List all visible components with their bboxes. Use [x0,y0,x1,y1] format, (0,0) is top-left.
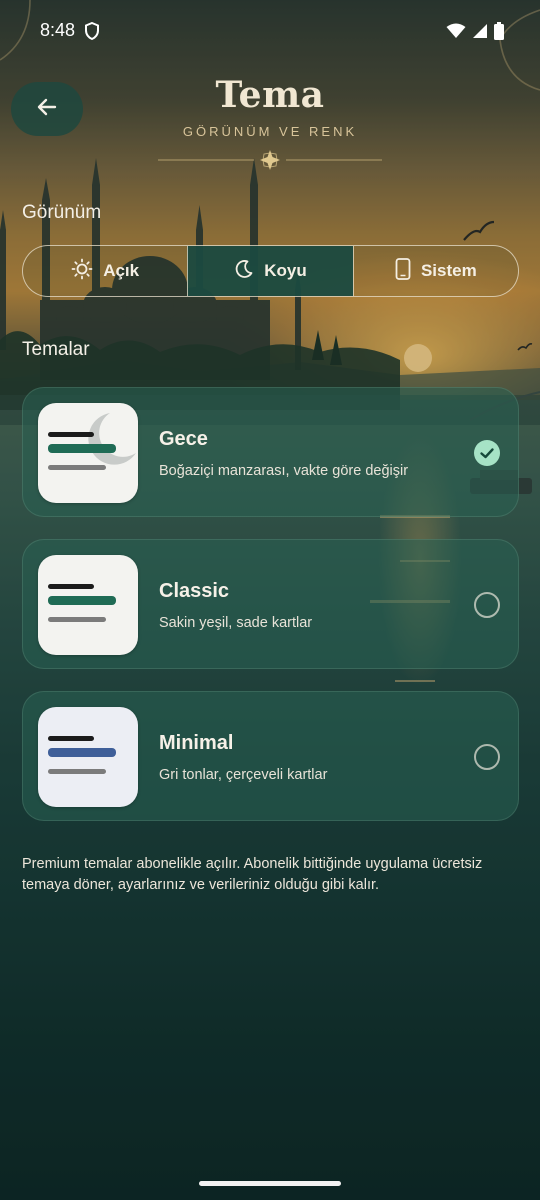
appearance-option-system[interactable]: Sistem [352,246,518,296]
theme-title: Gece [159,428,208,450]
wifi-icon [446,23,466,44]
theme-title: Classic [159,580,230,602]
theme-description: Boğaziçi manzarası, vakte göre değişir [159,463,409,479]
appearance-option-light[interactable]: Açık [23,246,187,296]
home-indicator[interactable] [199,1181,341,1186]
status-bar: 8:48 [0,0,540,64]
moon-icon [234,259,254,284]
cellular-signal-icon [472,23,488,44]
appearance-option-dark[interactable]: Koyu [187,246,353,296]
appearance-option-label: Sistem [420,261,477,280]
radio-button[interactable] [474,744,500,770]
sun-icon [71,258,93,285]
status-time: 8:48 [40,20,76,40]
theme-title: Minimal [159,732,234,754]
themes-section-label: Temalar [22,339,90,360]
theme-card-classic[interactable]: Classic Sakin yeşil, sade kartlar [22,539,519,669]
phone-icon [395,257,411,285]
radio-button[interactable] [474,592,500,618]
appearance-segmented-control: Açık Koyu Sistem [22,245,519,297]
theme-description: Sakin yeşil, sade kartlar [159,615,313,631]
theme-card-minimal[interactable]: Minimal Gri tonlar, çerçeveli kartlar [22,691,519,821]
theme-preview-gece-icon [38,403,138,503]
star-ornament-icon [158,150,382,170]
appearance-option-label: Açık [103,261,140,280]
appearance-section-label: Görünüm [22,202,102,223]
page-subtitle: GÖRÜNÜM VE RENK [182,124,358,139]
theme-preview-minimal-icon [38,707,138,807]
status-icons [446,22,504,45]
shield-icon [84,21,100,45]
appearance-option-label: Koyu [264,261,307,280]
theme-description: Gri tonlar, çerçeveli kartlar [159,767,328,783]
check-circle-icon[interactable] [474,440,500,466]
page-title: Tema [215,74,325,116]
theme-preview-classic-icon [38,555,138,655]
premium-footnote: Premium temalar abonelikle açılır. Abone… [22,856,483,893]
theme-card-gece[interactable]: Gece Boğaziçi manzarası, vakte göre deği… [22,387,519,517]
battery-icon [494,22,504,45]
